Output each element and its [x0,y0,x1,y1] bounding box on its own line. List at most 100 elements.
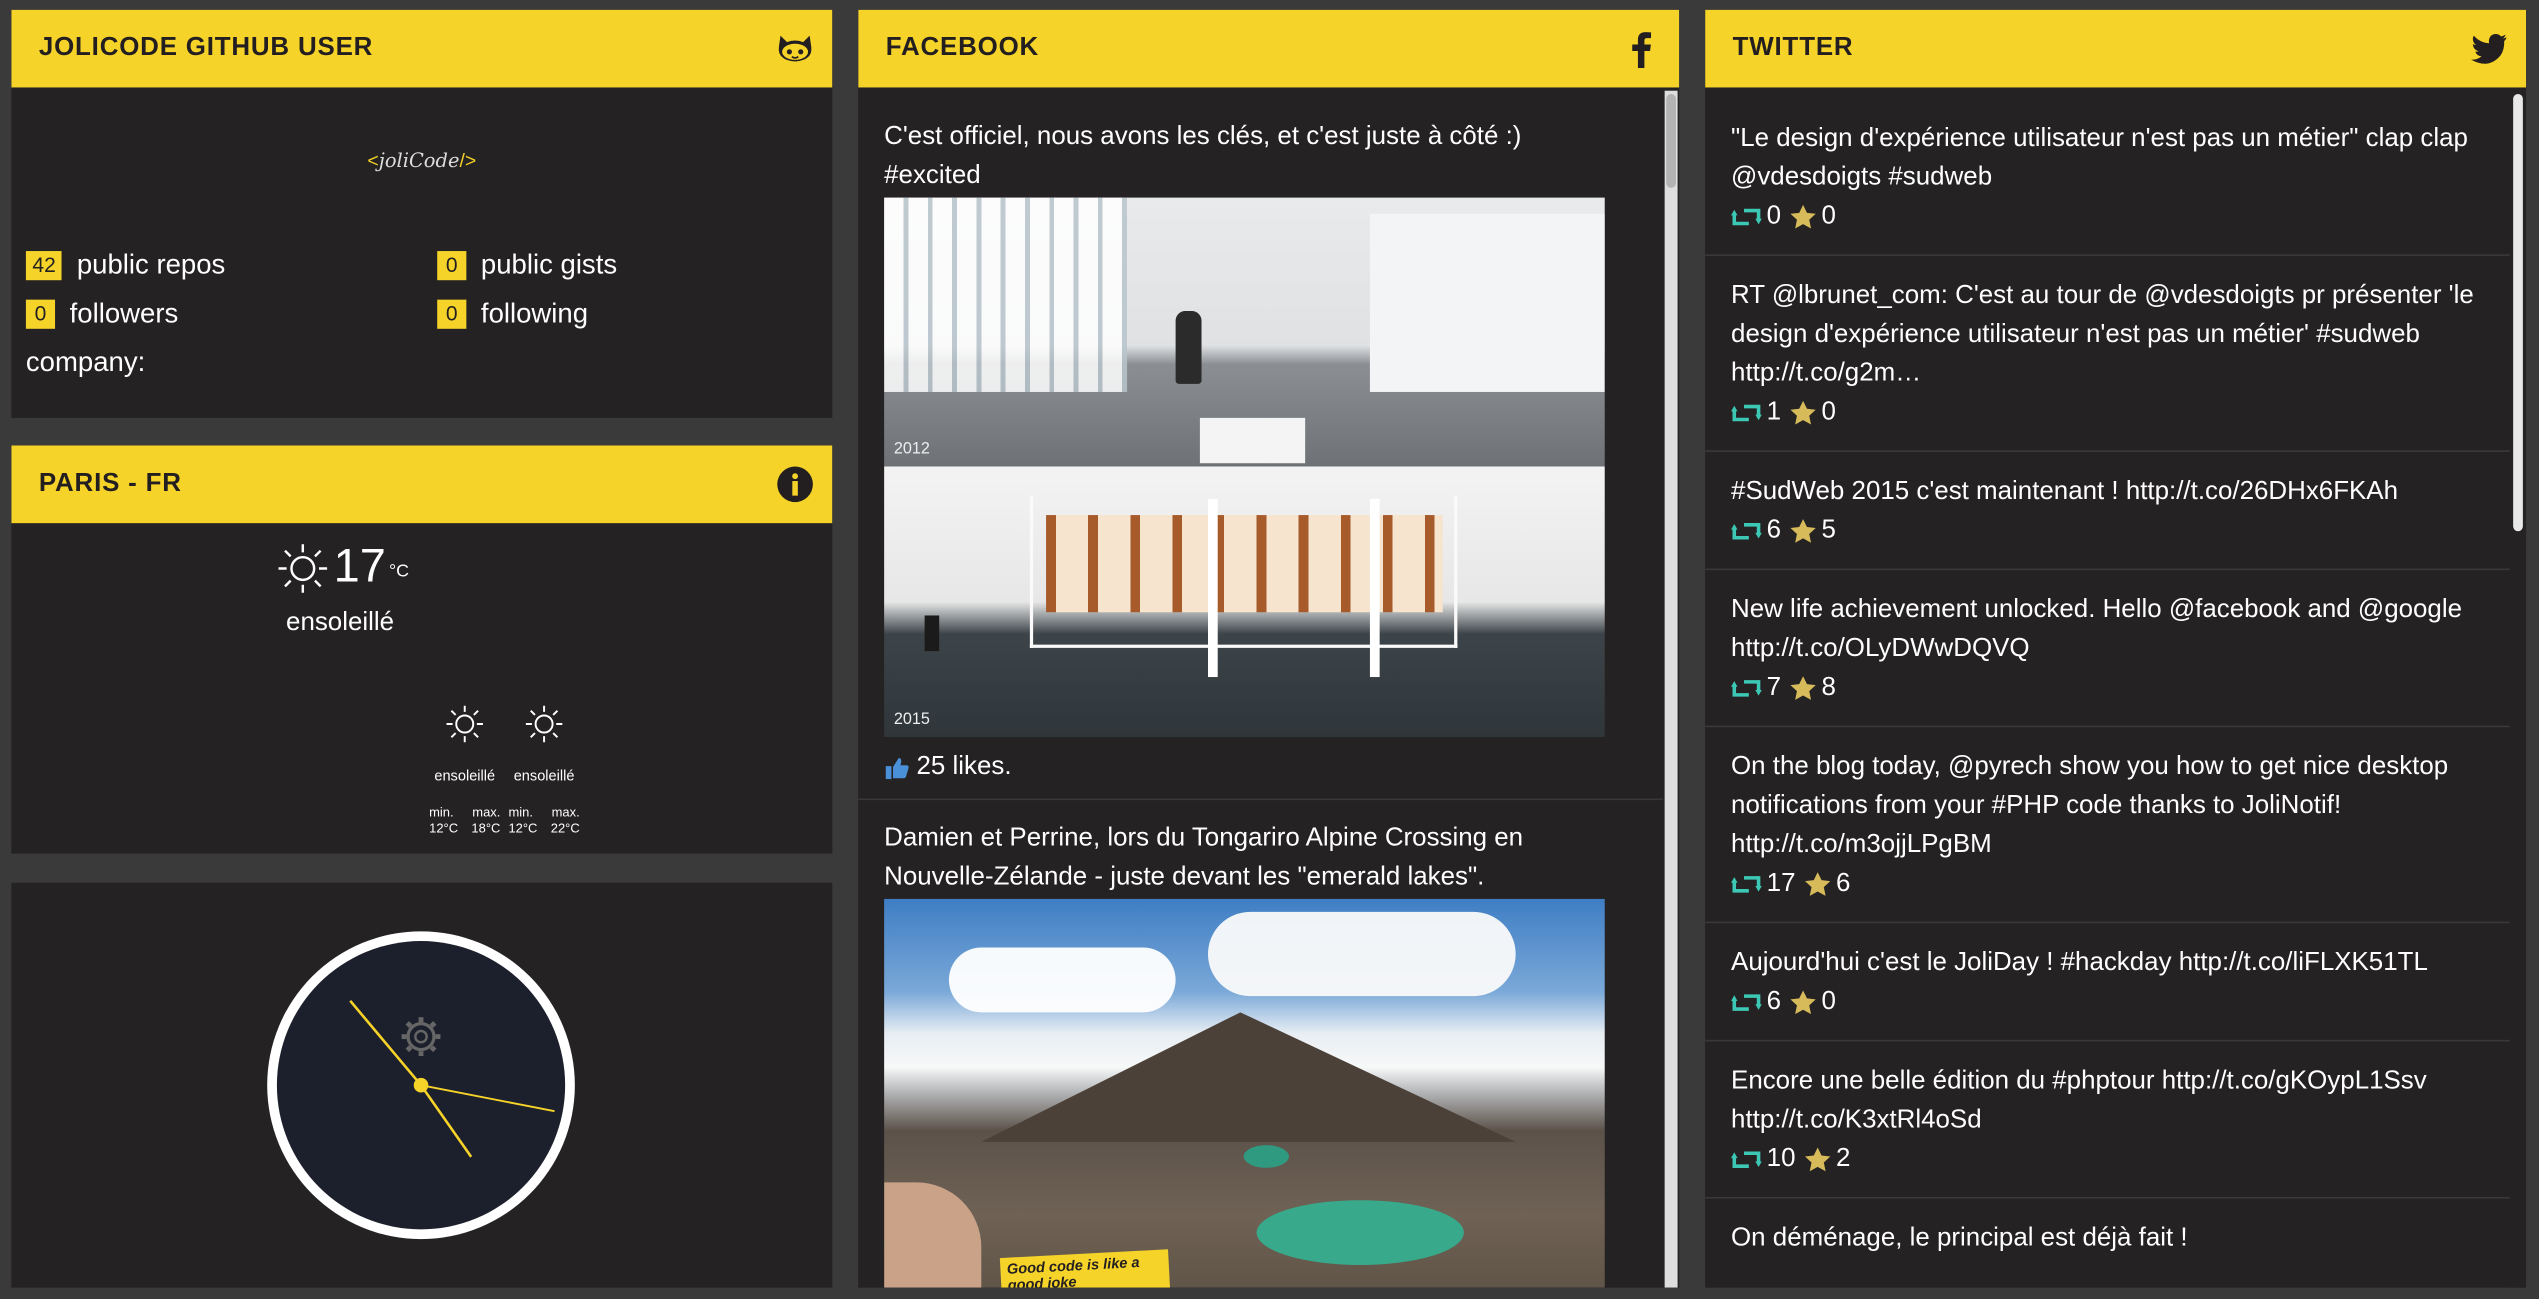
tweet[interactable]: RT @lbrunet_com: C'est au tour de @vdesd… [1705,256,2510,452]
star-icon[interactable] [1804,1147,1832,1173]
forecast-max-temp: 22°C [550,821,580,836]
facebook-post: C'est officiel, nous avons les clés, et … [858,99,1664,801]
tweet-meta: 17 6 [1731,867,2484,903]
tweet-text: Encore une belle édition du #phptour htt… [1731,1067,2427,1134]
tweet-meta: 7 8 [1731,671,2484,707]
retweet-icon[interactable] [1731,873,1762,896]
stat-followers: 0 followers [25,298,178,330]
tweet[interactable]: Encore une belle édition du #phptour htt… [1705,1041,2510,1199]
star-icon[interactable] [1789,400,1817,426]
facebook-likes-count: 25 likes. [916,753,1012,781]
sun-icon [525,705,563,743]
retweet-count: 10 [1766,1145,1796,1173]
retweet-icon[interactable] [1731,991,1762,1014]
clock-panel [11,882,833,1288]
following-count: 0 [437,299,467,329]
star-icon[interactable] [1789,990,1817,1016]
thumbs-up-icon [885,758,909,780]
github-octocat-icon[interactable] [774,28,816,70]
facebook-scrollbar-thumb[interactable] [1666,93,1676,188]
forecast-min-label: min. [508,804,533,820]
current-weather: 17 °C [277,539,409,594]
facebook-post: Damien et Perrine, lors du Tongariro Alp… [858,800,1663,1288]
retweet-count: 1 [1766,398,1782,426]
twitter-scrollbar[interactable] [2511,90,2525,1288]
retweet-count: 7 [1766,673,1782,702]
twitter-scrollbar-thumb[interactable] [2513,93,2523,532]
public-repos-label: public repos [76,249,226,281]
tweet-text: Aujourd'hui c'est le JoliDay ! #hackday … [1731,949,2428,977]
tweet-meta: 10 2 [1731,1142,2484,1178]
star-icon[interactable] [1789,204,1817,230]
tweet-text: RT @lbrunet_com: C'est au tour de @vdesd… [1731,281,2474,388]
joke-sign-text: Good code is like a good joke [1006,1254,1140,1288]
public-gists-label: public gists [480,249,618,281]
forecast-min-label: min. [429,804,454,820]
tweet[interactable]: On the blog today, @pyrech show you how … [1705,727,2510,924]
stat-following: 0 following [437,298,588,330]
tweet[interactable]: Aujourd'hui c'est le JoliDay ! #hackday … [1705,923,2510,1042]
facebook-icon[interactable] [1621,28,1663,70]
retweet-icon[interactable] [1731,1148,1762,1171]
favorite-count: 5 [1821,516,1836,545]
favorite-count: 2 [1835,1145,1851,1173]
retweet-icon[interactable] [1731,402,1762,425]
forecast-condition: ensoleillé [513,767,575,784]
facebook-scrollbar[interactable] [1664,90,1678,1288]
jolicode-logo-text: joliCode [378,149,460,172]
following-label: following [480,298,589,329]
facebook-post-text: Damien et Perrine, lors du Tongariro Alp… [884,824,1524,891]
tweet[interactable]: #SudWeb 2015 c'est maintenant ! http://t… [1705,452,2510,571]
public-gists-count: 0 [437,251,467,281]
forecast-day-1: ensoleillé min. max. 12°C 18°C [429,705,500,838]
facebook-feed[interactable]: C'est officiel, nous avons les clés, et … [858,99,1664,1288]
twitter-feed[interactable]: "Le design d'expérience utilisateur n'es… [1705,87,2510,1287]
tweet-meta: 6 0 [1731,985,2484,1021]
stat-public-gists: 0 public gists [437,249,617,281]
current-temperature: 17 [333,540,386,593]
facebook-post-photo[interactable]: 2012 2015 [884,197,1605,737]
tweet-text: New life achievement unlocked. Hello @fa… [1731,596,2463,663]
retweet-count: 0 [1766,202,1782,230]
tweet-meta: 1 0 [1731,395,2484,431]
facebook-post-photo[interactable]: Good code is like a good joke [884,898,1605,1288]
twitter-bird-icon[interactable] [2468,28,2510,70]
favorite-count: 0 [1821,398,1836,426]
forecast-min-temp: 12°C [508,821,538,836]
facebook-likes[interactable]: 25 likes. [884,753,1637,782]
tweet[interactable]: On déménage, le principal est déjà fait … [1705,1199,2510,1278]
weather-title: PARIS - FR [38,469,182,498]
tweet[interactable]: "Le design d'expérience utilisateur n'es… [1705,87,2510,256]
info-icon[interactable] [774,463,816,505]
retweet-icon[interactable] [1731,520,1762,543]
photo-year-label: 2015 [893,711,930,729]
github-title: JOLICODE GITHUB USER [38,34,374,62]
facebook-panel: FACEBOOK C'est officiel, nous avons les … [858,9,1680,1288]
tweet-meta: 0 0 [1731,199,2484,235]
current-condition: ensoleillé [286,609,395,637]
weather-panel: PARIS - FR 17 °C ensoleillé ensoleillé m… [11,445,833,854]
analog-clock [267,931,575,1240]
tweet[interactable]: New life achievement unlocked. Hello @fa… [1705,570,2510,728]
retweet-count: 6 [1766,988,1782,1016]
favorite-count: 0 [1821,988,1836,1016]
twitter-title: TWITTER [1732,34,1854,62]
emerald-lake-small [1243,1145,1289,1168]
sun-icon [278,544,328,593]
retweet-count: 6 [1766,516,1782,545]
facebook-title: FACEBOOK [885,34,1040,62]
forecast-min-temp: 12°C [429,821,459,836]
jolicode-logo: <joliCode/> [367,149,477,172]
star-icon[interactable] [1789,675,1817,701]
sun-icon [446,705,483,743]
star-icon[interactable] [1789,518,1817,544]
retweet-icon[interactable] [1731,206,1762,229]
photo-room-2012: 2012 [884,197,1605,467]
retweet-icon[interactable] [1731,677,1762,700]
forecast-condition: ensoleillé [434,767,496,784]
emerald-lake [1256,1200,1464,1265]
star-icon[interactable] [1804,871,1832,897]
photo-year-label: 2012 [893,440,930,459]
github-header: JOLICODE GITHUB USER [11,9,833,88]
forecast-max-label: max. [472,804,501,820]
